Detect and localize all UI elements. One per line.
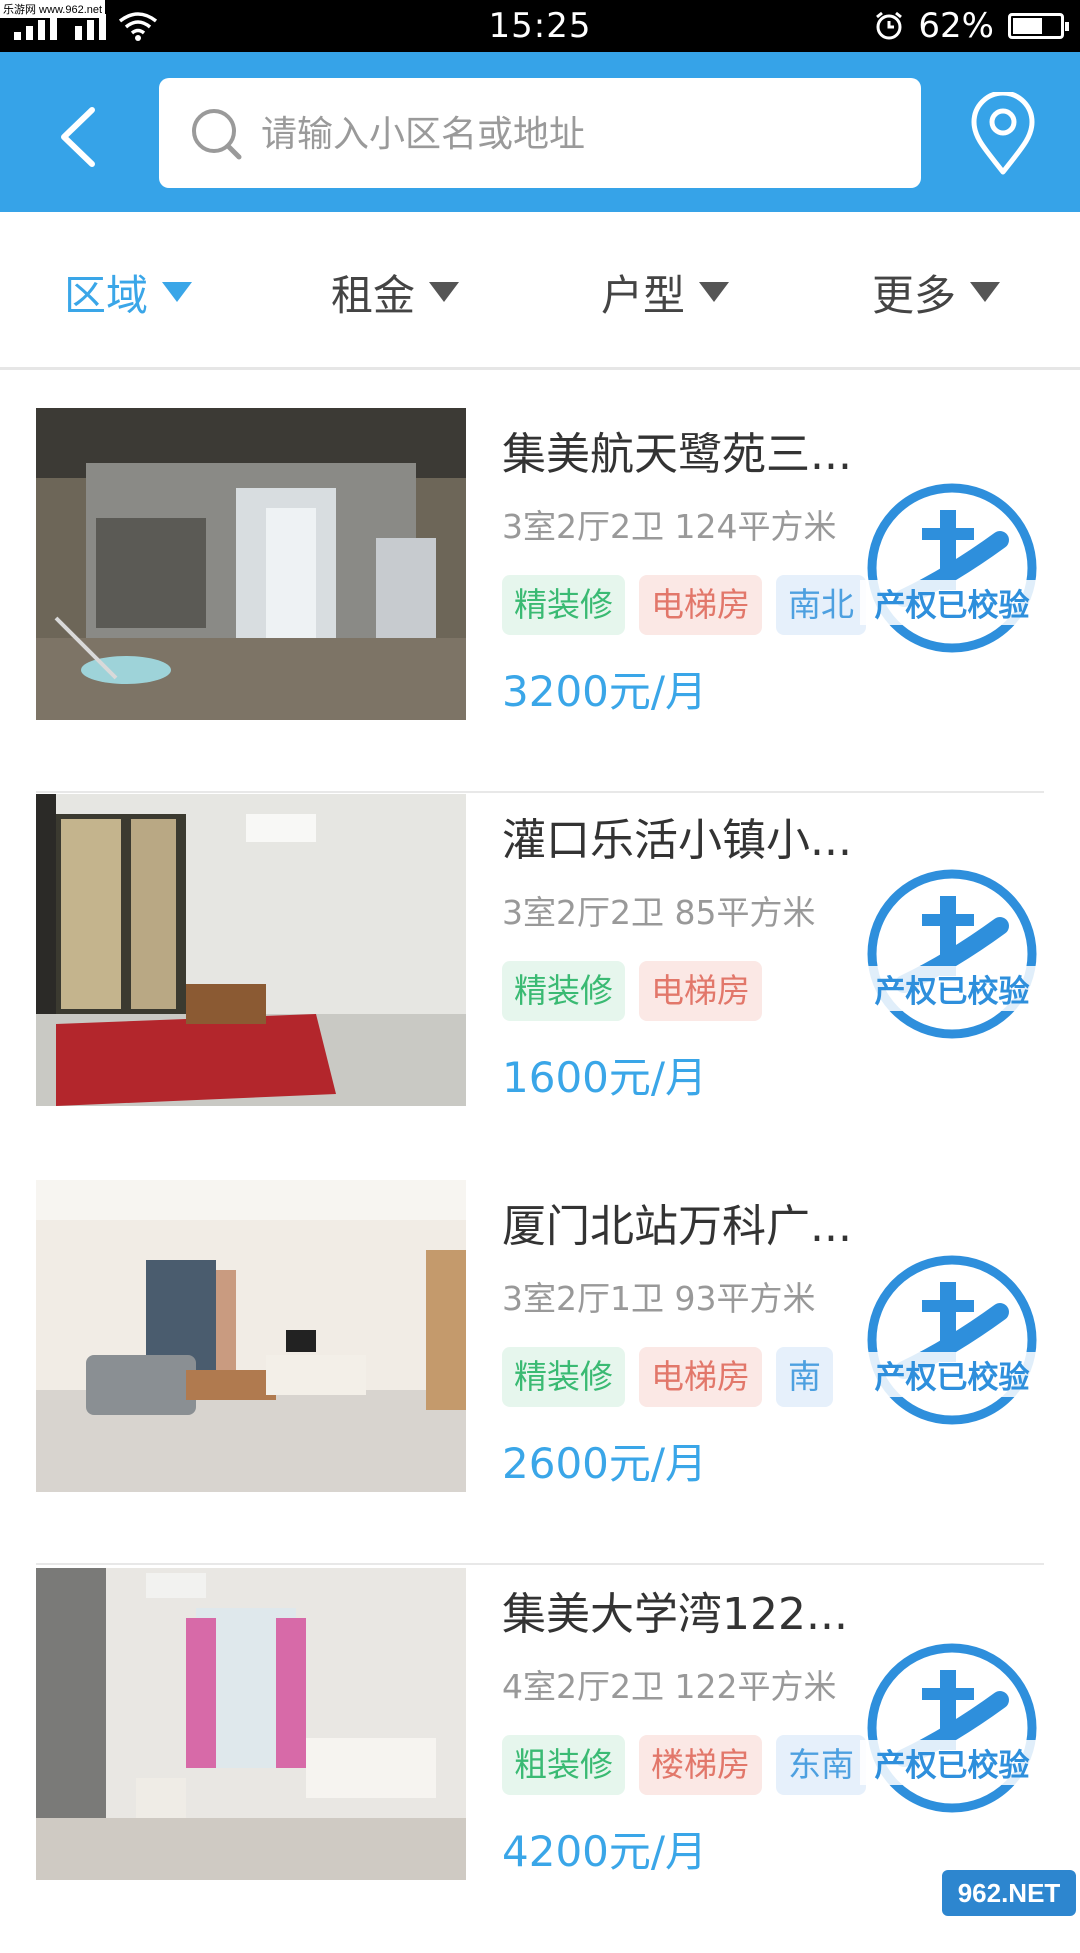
listing-title: 灌口乐活小镇小...: [502, 815, 852, 866]
listing-title: 集美航天鹭苑三...: [502, 429, 852, 480]
divider: [36, 1563, 1044, 1565]
site-logo: 962.NET: [942, 1870, 1076, 1916]
filter-label: 区域: [64, 270, 149, 320]
listing-tags: 粗装修 楼梯房 东南: [502, 1735, 866, 1795]
listing-info: 3室2厅2卫 85平方米: [502, 893, 816, 932]
listing-photo: [36, 1180, 466, 1492]
verified-badge-label: 产权已校验: [860, 1740, 1044, 1785]
verified-badge-icon: [867, 869, 1037, 1039]
tag-elevator: 电梯房: [639, 575, 762, 635]
listing-title: 集美大学湾122...: [502, 1589, 848, 1640]
verified-badge-label: 产权已校验: [860, 966, 1044, 1011]
listing-info: 3室2厅1卫 93平方米: [502, 1279, 816, 1318]
verified-badge-icon: [867, 483, 1037, 653]
tag-orientation: 东南: [776, 1735, 866, 1795]
tag-orientation: 南: [776, 1347, 833, 1407]
back-arrow-icon[interactable]: [50, 102, 110, 172]
listing-price: 4200元/月: [502, 1827, 708, 1876]
verified-badge: 产权已校验: [860, 866, 1044, 1050]
filter-label: 租金: [331, 270, 416, 320]
filter-more[interactable]: 更多: [872, 262, 1001, 322]
tag-elevator: 电梯房: [639, 1347, 762, 1407]
status-bar: 乐游网 www.962.net 15:25 62%: [0, 0, 1080, 52]
listing-photo: [36, 1568, 466, 1880]
verified-badge-label: 产权已校验: [860, 1352, 1044, 1397]
filter-bar: 区域 租金 户型 更多: [0, 212, 1080, 370]
dropdown-arrow-icon: [429, 282, 460, 302]
tag-decoration: 粗装修: [502, 1735, 625, 1795]
listing-price: 2600元/月: [502, 1439, 708, 1488]
top-bar: [0, 52, 1080, 212]
listing-price: 1600元/月: [502, 1053, 708, 1102]
listing-photo: [36, 408, 466, 720]
tag-elevator: 电梯房: [639, 961, 762, 1021]
verified-badge: 产权已校验: [860, 1252, 1044, 1436]
listing-info: 3室2厅2卫 124平方米: [502, 507, 837, 546]
verified-badge-label: 产权已校验: [860, 580, 1044, 625]
listing-price: 3200元/月: [502, 667, 708, 716]
listing-item[interactable]: 集美大学湾122... 4室2厅2卫 122平方米 粗装修 楼梯房 东南 420…: [0, 1568, 1080, 1953]
verified-badge-icon: [867, 1643, 1037, 1813]
verified-badge: 产权已校验: [860, 480, 1044, 664]
tag-elevator: 楼梯房: [639, 1735, 762, 1795]
search-icon: [192, 109, 242, 160]
tag-decoration: 精装修: [502, 961, 625, 1021]
listing-title: 厦门北站万科广...: [502, 1201, 852, 1252]
filter-layout[interactable]: 户型: [601, 262, 730, 322]
dropdown-arrow-icon: [162, 282, 193, 302]
search-bar[interactable]: [159, 78, 921, 190]
tag-orientation: 南北: [776, 575, 866, 635]
battery-icon: [1008, 13, 1069, 39]
listing-item[interactable]: 集美航天鹭苑三... 3室2厅2卫 124平方米 精装修 电梯房 南北 3200…: [0, 408, 1080, 793]
alarm-icon: [876, 11, 903, 40]
verified-badge: 产权已校验: [860, 1640, 1044, 1824]
listing-item[interactable]: 厦门北站万科广... 3室2厅1卫 93平方米 精装修 电梯房 南 2600元/…: [0, 1180, 1080, 1565]
listing-tags: 精装修 电梯房 南北: [502, 575, 866, 635]
tag-decoration: 精装修: [502, 1347, 625, 1407]
filter-rent[interactable]: 租金: [331, 262, 460, 322]
dropdown-arrow-icon: [970, 282, 1001, 302]
filter-area[interactable]: 区域: [64, 262, 193, 322]
battery-percent: 62%: [918, 6, 994, 46]
search-input[interactable]: [259, 78, 903, 190]
listing-info: 4室2厅2卫 122平方米: [502, 1667, 837, 1706]
listing-tags: 精装修 电梯房: [502, 961, 762, 1021]
divider: [36, 791, 1044, 793]
verified-badge-icon: [867, 1255, 1037, 1425]
tag-decoration: 精装修: [502, 575, 625, 635]
listing-photo: [36, 794, 466, 1106]
listing-item[interactable]: 灌口乐活小镇小... 3室2厅2卫 85平方米 精装修 电梯房 1600元/月 …: [0, 794, 1080, 1179]
location-pin-icon[interactable]: [968, 92, 1038, 176]
filter-label: 更多: [872, 270, 957, 320]
listing-tags: 精装修 电梯房 南: [502, 1347, 833, 1407]
filter-label: 户型: [601, 270, 686, 320]
dropdown-arrow-icon: [699, 282, 730, 302]
